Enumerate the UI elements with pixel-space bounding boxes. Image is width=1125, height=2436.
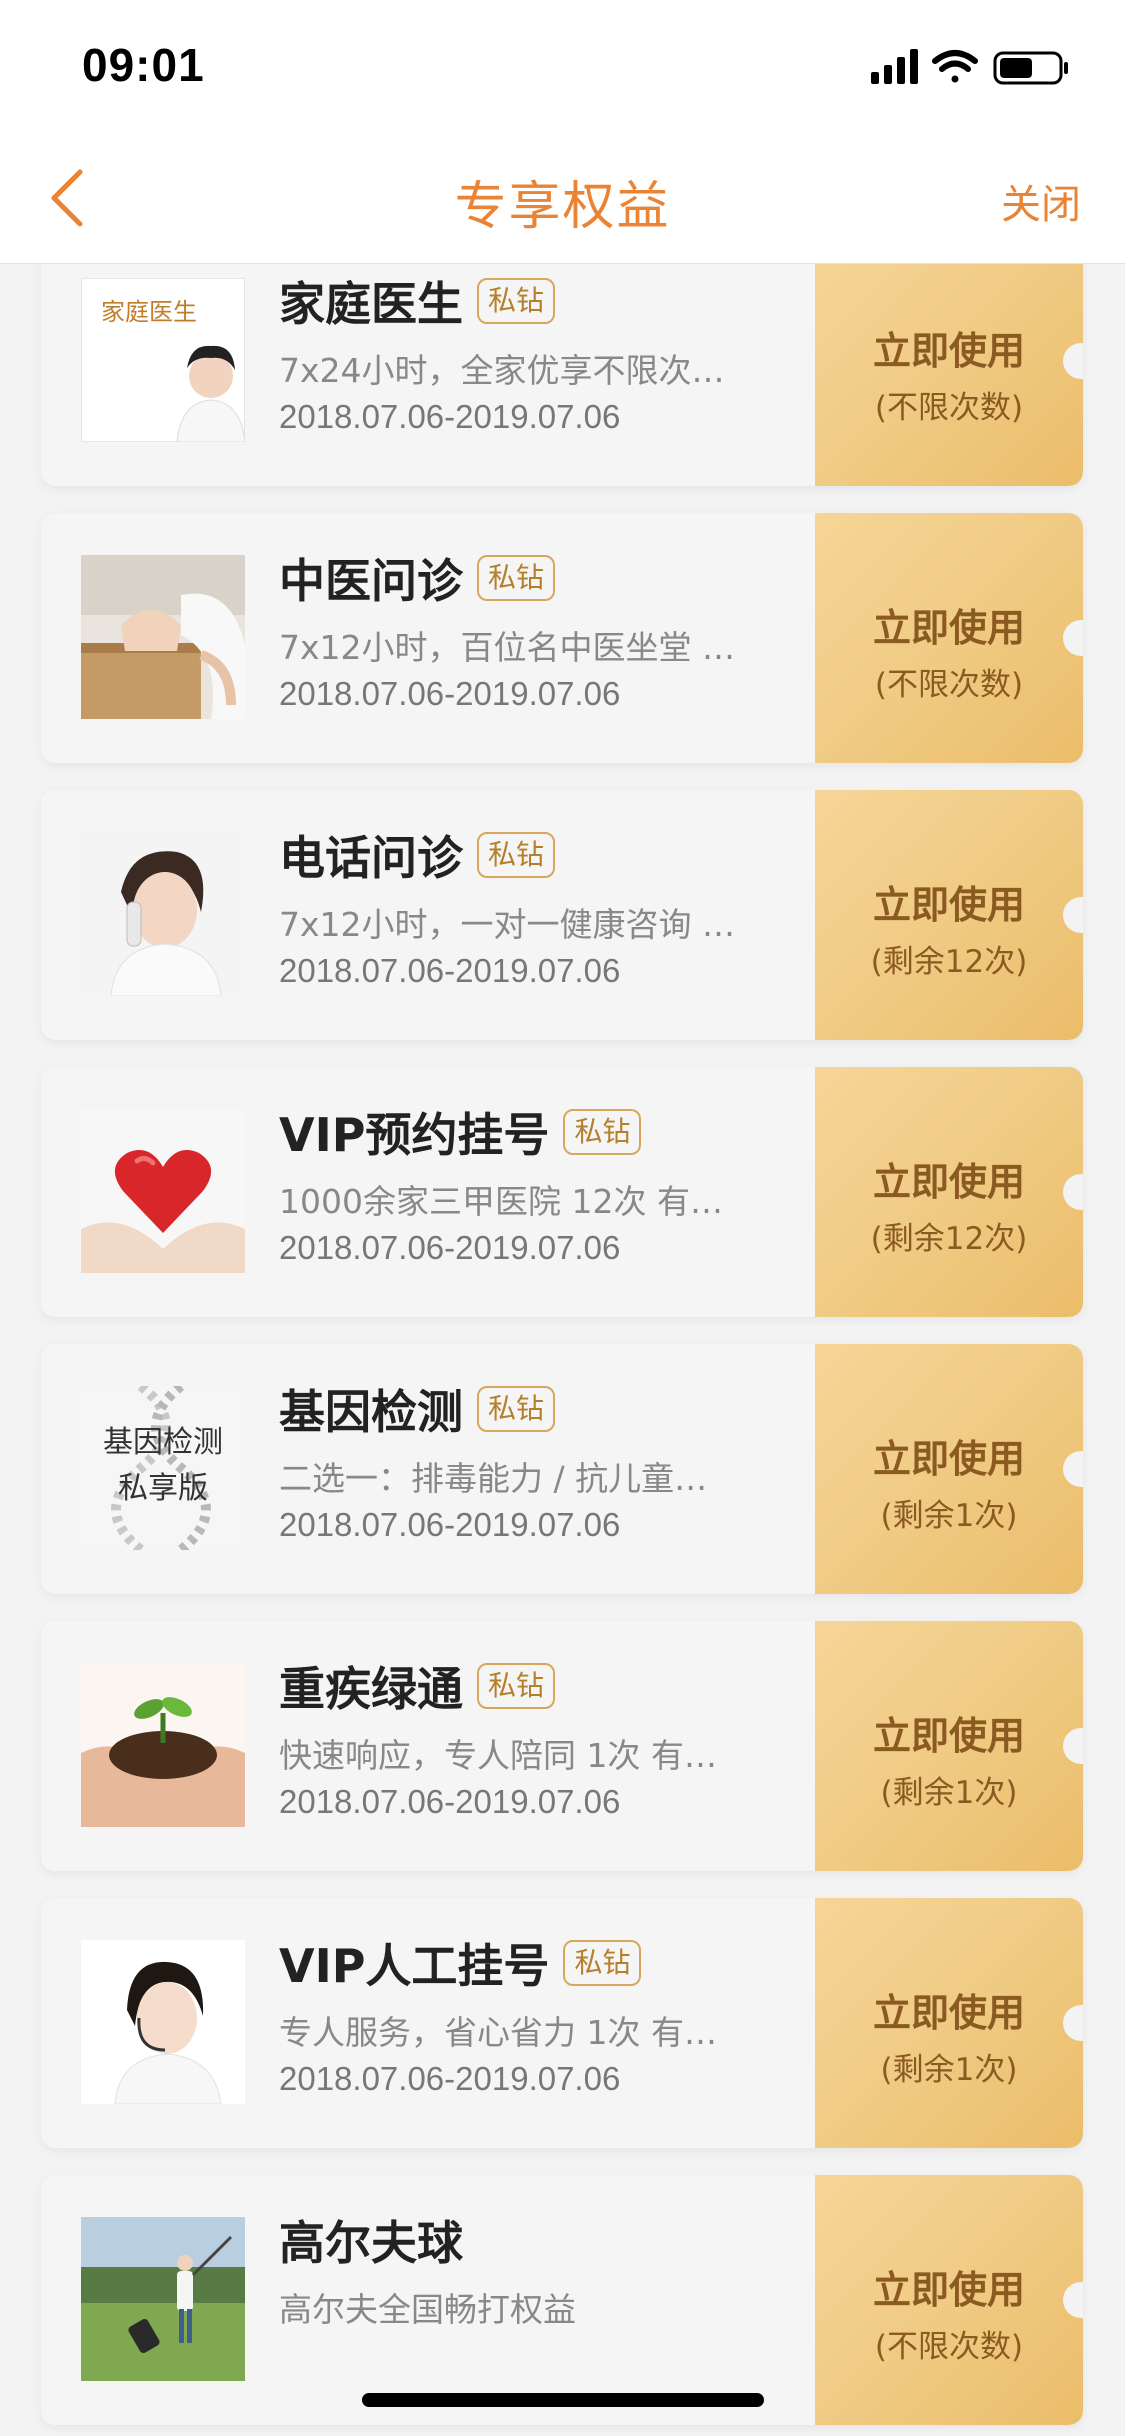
family-doctor-thumbnail: 家庭医生	[81, 278, 245, 442]
golf-thumbnail	[81, 2217, 245, 2381]
benefit-card: 电话问诊 私钻 7x12小时，一对一健康咨询 … 2018.07.06-2019…	[41, 790, 1083, 1040]
benefit-title: 中医问诊	[279, 554, 463, 608]
use-now-label: 立即使用	[872, 1714, 1025, 1758]
use-now-label: 立即使用	[872, 606, 1025, 650]
benefit-description: 7x12小时，一对一健康咨询 …	[279, 905, 736, 944]
heart-hands-thumbnail	[81, 1109, 245, 1273]
close-button[interactable]: 关闭	[1001, 172, 1081, 230]
use-now-button[interactable]: 立即使用 (剩余12次)	[815, 1067, 1083, 1317]
validity-period: 2018.07.06-2019.07.06	[279, 1229, 621, 1266]
navigation-bar: 专享权益 关闭	[0, 132, 1125, 264]
use-now-button[interactable]: 立即使用 (不限次数)	[815, 513, 1083, 763]
use-now-button[interactable]: 立即使用 (剩余1次)	[815, 1621, 1083, 1871]
benefit-card: VIP人工挂号 私钻 专人服务，省心省力 1次 有… 2018.07.06-20…	[41, 1898, 1083, 2148]
status-icons	[871, 48, 1081, 88]
benefit-title: 基因检测	[279, 1385, 463, 1439]
thumbnail-text: 基因检测	[103, 1425, 223, 1460]
page-title: 专享权益	[454, 177, 671, 237]
validity-period: 2018.07.06-2019.07.06	[279, 952, 621, 989]
use-now-button[interactable]: 立即使用 (剩余12次)	[815, 790, 1083, 1040]
phone-consultation-thumbnail	[81, 832, 245, 996]
use-now-button[interactable]: 立即使用 (不限次数)	[815, 264, 1083, 486]
benefit-description: 7x12小时，百位名中医坐堂 …	[279, 628, 736, 667]
benefit-title: 电话问诊	[279, 831, 463, 885]
usage-count: (不限次数)	[874, 2329, 1024, 2365]
tier-badge: 私钻	[477, 278, 556, 324]
benefit-title: 家庭医生	[279, 277, 463, 331]
tier-badge: 私钻	[477, 832, 556, 878]
use-now-label: 立即使用	[872, 1991, 1025, 2035]
benefit-card: 家庭医生 家庭医生 私钻 7x24小时，全家优享不限次… 2018.07.06-…	[41, 264, 1083, 486]
tier-badge: 私钻	[477, 1663, 556, 1709]
use-now-button[interactable]: 立即使用 (不限次数)	[815, 2175, 1083, 2425]
validity-period: 2018.07.06-2019.07.06	[279, 675, 621, 712]
thumbnail-text: 家庭医生	[101, 298, 197, 326]
usage-count: (剩余1次)	[880, 1775, 1018, 1811]
validity-period: 2018.07.06-2019.07.06	[279, 1783, 621, 1820]
usage-count: (剩余1次)	[880, 1498, 1018, 1534]
usage-count: (不限次数)	[874, 667, 1024, 703]
home-indicator[interactable]	[362, 2393, 764, 2407]
benefit-card: 基因检测 私享版 基因检测 私钻 二选一：排毒能力 / 抗儿童… 2018.07…	[41, 1344, 1083, 1594]
wifi-icon	[932, 50, 978, 83]
benefit-description: 1000余家三甲医院 12次 有…	[279, 1182, 723, 1221]
use-now-label: 立即使用	[872, 2268, 1025, 2312]
tier-badge: 私钻	[563, 1109, 642, 1155]
usage-count: (剩余1次)	[880, 2052, 1018, 2088]
usage-count: (剩余12次)	[870, 944, 1028, 980]
benefit-description: 二选一：排毒能力 / 抗儿童…	[279, 1459, 708, 1498]
tcm-consultation-thumbnail	[81, 555, 245, 719]
validity-period: 2018.07.06-2019.07.06	[279, 2060, 621, 2097]
benefit-description: 快速响应，专人陪同 1次 有…	[279, 1736, 717, 1775]
status-bar: 09:01	[0, 0, 1125, 132]
validity-period: 2018.07.06-2019.07.06	[279, 398, 621, 435]
use-now-button[interactable]: 立即使用 (剩余1次)	[815, 1344, 1083, 1594]
use-now-label: 立即使用	[872, 1437, 1025, 1481]
gene-test-thumbnail: 基因检测 私享版	[81, 1386, 245, 1550]
tier-badge: 私钻	[477, 1386, 556, 1432]
tier-badge: 私钻	[477, 555, 556, 601]
operator-headset-thumbnail	[81, 1940, 245, 2104]
benefit-card: 重疾绿通 私钻 快速响应，专人陪同 1次 有… 2018.07.06-2019.…	[41, 1621, 1083, 1871]
battery-icon	[993, 51, 1068, 85]
usage-count: (不限次数)	[874, 390, 1024, 426]
benefit-title: VIP人工挂号	[279, 1939, 550, 1993]
use-now-button[interactable]: 立即使用 (剩余1次)	[815, 1898, 1083, 2148]
status-time: 09:01	[82, 39, 205, 91]
benefit-card: 中医问诊 私钻 7x12小时，百位名中医坐堂 … 2018.07.06-2019…	[41, 513, 1083, 763]
benefit-card: VIP预约挂号 私钻 1000余家三甲医院 12次 有… 2018.07.06-…	[41, 1067, 1083, 1317]
benefit-card: 高尔夫球 高尔夫全国畅打权益 立即使用 (不限次数)	[41, 2175, 1083, 2425]
benefit-description: 专人服务，省心省力 1次 有…	[279, 2013, 717, 2052]
usage-count: (剩余12次)	[870, 1221, 1028, 1257]
benefit-description: 高尔夫全国畅打权益	[279, 2290, 576, 2329]
validity-period: 2018.07.06-2019.07.06	[279, 1506, 621, 1543]
benefit-description: 7x24小时，全家优享不限次…	[279, 351, 725, 390]
benefits-list[interactable]: 家庭医生 家庭医生 私钻 7x24小时，全家优享不限次… 2018.07.06-…	[0, 264, 1125, 2436]
sprout-hands-thumbnail	[81, 1663, 245, 1827]
use-now-label: 立即使用	[872, 1160, 1025, 1204]
thumbnail-text: 私享版	[118, 1471, 208, 1506]
benefit-title: VIP预约挂号	[279, 1108, 550, 1162]
signal-icon	[871, 49, 918, 84]
benefit-title: 高尔夫球	[279, 2216, 463, 2270]
tier-badge: 私钻	[563, 1940, 642, 1986]
use-now-label: 立即使用	[872, 329, 1025, 373]
use-now-label: 立即使用	[872, 883, 1025, 927]
benefit-title: 重疾绿通	[279, 1662, 463, 1716]
